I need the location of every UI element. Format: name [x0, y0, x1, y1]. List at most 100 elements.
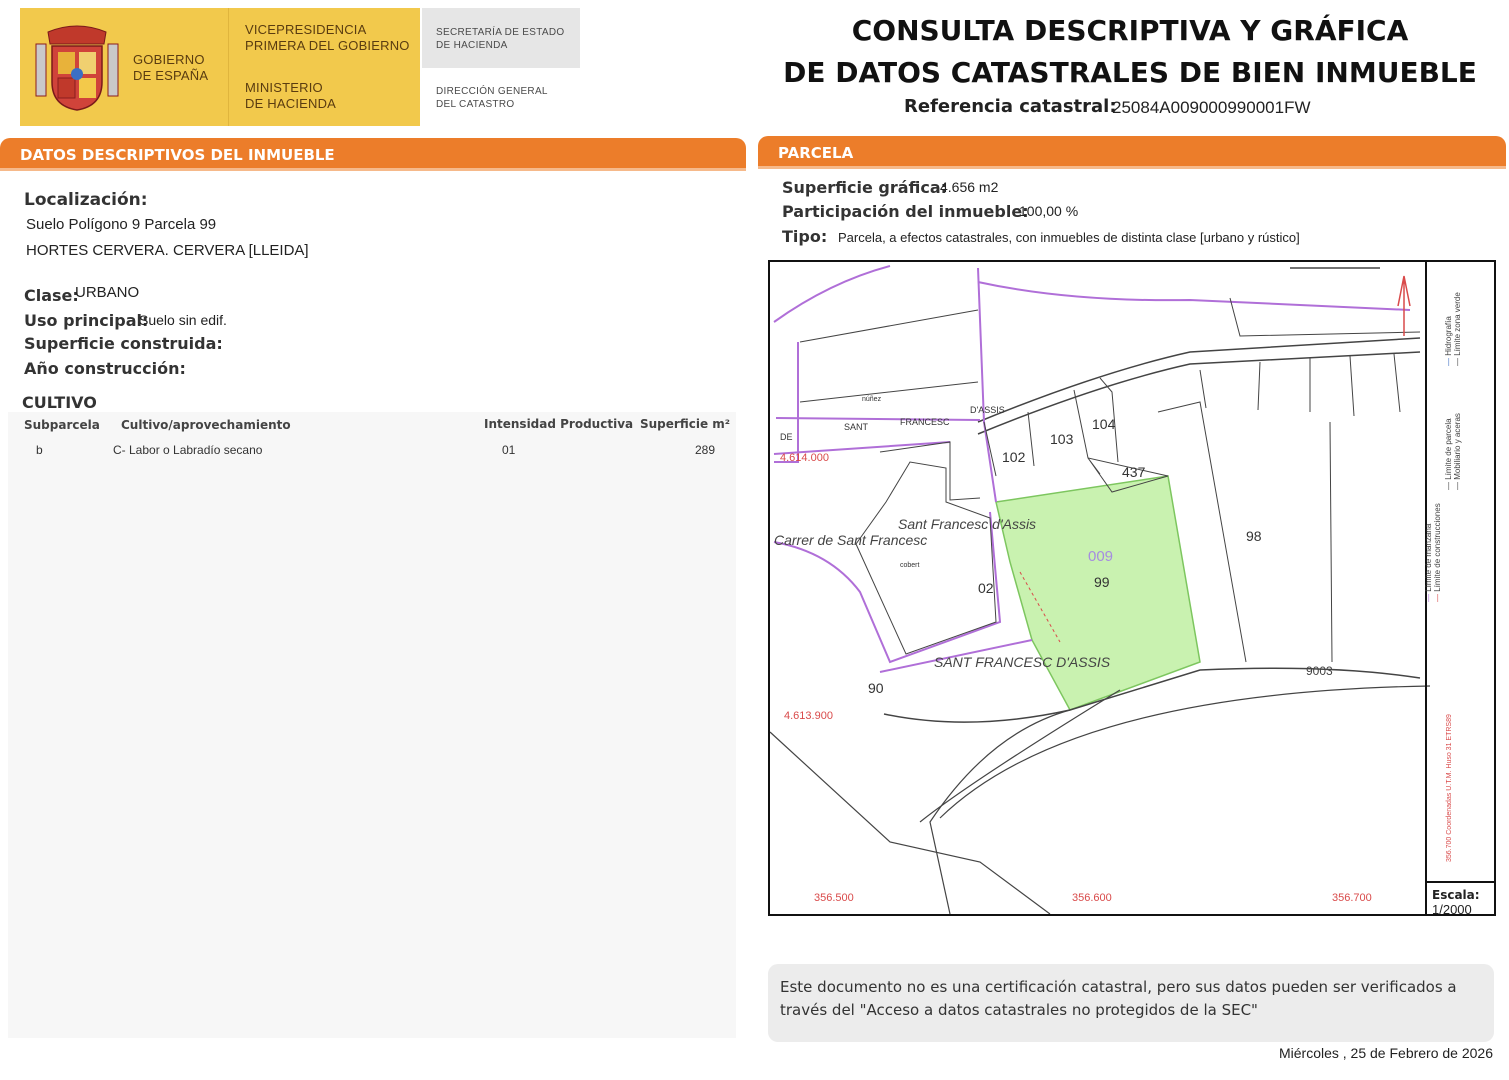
participacion-value: 100,00 % — [1019, 203, 1079, 219]
vicepresidencia: VICEPRESIDENCIA PRIMERA DEL GOBIERNO — [245, 22, 410, 54]
gov-name: GOBIERNO DE ESPAÑA — [133, 52, 208, 84]
document-date: Miércoles , 25 de Febrero de 2026 — [1278, 1045, 1493, 1061]
coat-of-arms-icon — [35, 25, 119, 111]
dir-line1: DIRECCIÓN GENERAL — [436, 86, 548, 97]
section-header-parcela: PARCELA — [758, 136, 1506, 168]
localizacion-line2: HORTES CERVERA. CERVERA [LLEIDA] — [26, 242, 309, 259]
legend-text: Límite de manzana — [1424, 523, 1433, 592]
coord-label: 356.700 — [1332, 892, 1372, 904]
localizacion-line1: Suelo Polígono 9 Parcela 99 — [26, 216, 217, 233]
street-label: SANT — [844, 422, 869, 432]
title-line2: DE DATOS CATASTRALES DE BIEN INMUEBLE — [783, 56, 1477, 89]
cell-intensidad: 01 — [502, 443, 516, 457]
manzana-boundary — [977, 267, 997, 503]
coord-label: 356.500 — [814, 892, 854, 904]
legend-block: — Límite de manzana — Límite de construc… — [1424, 382, 1442, 602]
coord-label: 4.614.000 — [780, 452, 829, 464]
parcel-outline — [1199, 353, 1401, 663]
superficie-grafica-value: 4.656 m2 — [940, 179, 999, 195]
ref-value: 25084A009000990001FW — [1112, 98, 1311, 117]
clase-value: URBANO — [75, 284, 140, 301]
col-intensidad: Intensidad Productiva — [484, 417, 634, 431]
street-label: FRANCESC — [900, 417, 950, 427]
road-label: 9003 — [1306, 664, 1333, 678]
sec-line2: DE HACIENDA — [436, 40, 508, 51]
secretaria: SECRETARÍA DE ESTADO DE HACIENDA — [436, 26, 564, 52]
parcel-number: 437 — [1122, 464, 1146, 480]
legend-text: Límite de parcela — [1444, 418, 1453, 480]
parcel-number: 98 — [1246, 528, 1262, 544]
street-label: DE — [780, 432, 793, 442]
legend-item: — Límite de manzana — [1424, 523, 1433, 602]
disclaimer-text: Este documento no es una certificación c… — [780, 978, 1457, 1019]
small-label: núñez — [862, 396, 882, 403]
parcel-outline — [799, 309, 981, 501]
legend-item: — Límite zona verde — [1453, 292, 1462, 366]
section-underline-left — [0, 168, 746, 171]
dir-line2: DEL CATASTRO — [436, 99, 515, 110]
parcel-number: 90 — [868, 680, 884, 696]
small-label: cobert — [900, 562, 920, 569]
page-title: CONSULTA DESCRIPTIVA Y GRÁFICA DE DATOS … — [780, 10, 1480, 94]
road-edge — [929, 709, 1071, 914]
ministerio: MINISTERIO DE HACIENDA — [245, 80, 336, 112]
street-label: D'ASSIS — [970, 405, 1005, 415]
legend-text: Hidrografía — [1444, 316, 1453, 356]
cultivo-title: CULTIVO — [22, 393, 97, 412]
coord-label: 4.613.900 — [784, 710, 833, 722]
scale-value: 1/2000 — [1432, 902, 1472, 916]
map-drawing — [770, 262, 1494, 914]
poligono-number: 009 — [1088, 548, 1114, 565]
coord-label: 356.600 — [1072, 892, 1112, 904]
gov-name-line1: GOBIERNO — [133, 52, 205, 67]
section-header-descriptivos: DATOS DESCRIPTIVOS DEL INMUEBLE — [0, 138, 746, 170]
cell-subparcela: b — [36, 443, 43, 457]
clase-label: Clase: — [24, 286, 79, 305]
uso-value: Suelo sin edif. — [139, 312, 227, 328]
ref-label: Referencia catastral: — [904, 96, 1117, 117]
parcel-number: 102 — [1002, 449, 1026, 465]
legend-item: — Límite de construcciones — [1433, 503, 1442, 602]
localizacion-label: Localización: — [24, 190, 148, 210]
highlighted-parcel — [995, 475, 1201, 711]
legend-item: — Hidrografía — [1444, 316, 1453, 366]
manzana-boundary — [773, 265, 891, 323]
street-label: SANT FRANCESC D'ASSIS — [934, 654, 1111, 670]
north-arrow-icon — [1397, 275, 1411, 336]
participacion-label: Participación del inmueble: — [782, 202, 1029, 221]
legend-text: Límite zona verde — [1453, 292, 1462, 356]
gov-name-line2: DE ESPAÑA — [133, 68, 209, 83]
tipo-value: Parcela, a efectos catastrales, con inmu… — [838, 230, 1300, 245]
min-line2: DE HACIENDA — [245, 96, 337, 111]
parcel-number: 103 — [1050, 431, 1074, 447]
parcel-number: 02 — [978, 580, 994, 596]
street-label: Carrer de Sant Francesc — [774, 532, 928, 548]
legend-coords: 356.700 Coordenadas U.T.M. Huso 31 ETRS8… — [1446, 714, 1453, 862]
uso-label: Uso principal: — [24, 311, 149, 330]
tipo-label: Tipo: — [782, 227, 828, 246]
road-edge — [939, 685, 1431, 819]
vice-line1: VICEPRESIDENCIA — [245, 22, 367, 37]
legend-block: — Hidrografía — Límite zona verde — [1444, 262, 1462, 366]
sec-line1: SECRETARÍA DE ESTADO — [436, 27, 565, 38]
street-label: Sant Francesc d'Assis — [898, 516, 1037, 532]
road-edge — [770, 731, 1051, 914]
superficie-construida-label: Superficie construida: — [24, 334, 223, 353]
direccion-general: DIRECCIÓN GENERAL DEL CATASTRO — [436, 85, 548, 111]
col-subparcela: Subparcela — [24, 418, 100, 432]
col-superficie: Superficie m² — [640, 417, 731, 431]
manzana-boundary — [774, 342, 799, 463]
cell-cultivo: C- Labor o Labradío secano — [113, 443, 263, 457]
section-underline-right — [758, 166, 1506, 169]
cadastral-map[interactable]: 102 103 104 437 98 02 90 99 009 SANT FRA… — [768, 260, 1496, 916]
anio-construccion-label: Año construcción: — [24, 359, 186, 378]
parcel-number: 99 — [1094, 574, 1110, 590]
superficie-grafica-label: Superficie gráfica: — [782, 178, 948, 197]
parcel-number: 104 — [1092, 416, 1116, 432]
manzana-boundary — [977, 281, 1411, 311]
cultivo-table-panel — [8, 412, 736, 1038]
scale-label: Escala: — [1432, 888, 1480, 902]
banner-divider — [228, 8, 229, 126]
road-edge — [919, 689, 1121, 823]
cell-superficie: 289 — [695, 443, 716, 457]
